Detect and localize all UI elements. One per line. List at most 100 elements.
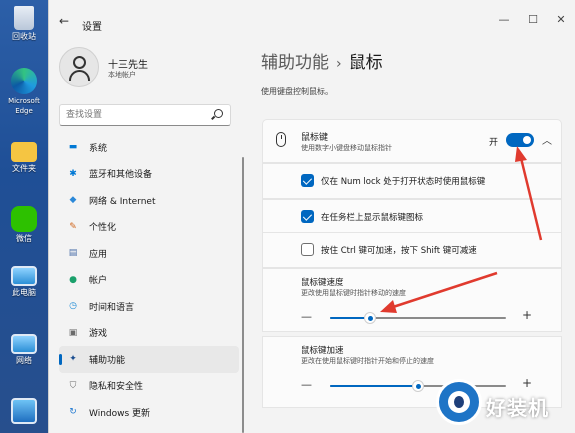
wechat-icon: [11, 206, 37, 232]
sidebar-item-label: Windows 更新: [89, 408, 151, 419]
shield-icon: ⛉: [69, 380, 77, 391]
sidebar-item-10[interactable]: ↻ Windows 更新: [59, 399, 239, 426]
search-box[interactable]: [59, 104, 231, 126]
mouse-keys-subtitle: 使用数字小键盘移动鼠标指针: [301, 144, 392, 152]
maximize-button[interactable]: ☐: [524, 13, 542, 26]
sidebar-item-6[interactable]: ◷ 时间和语言: [59, 293, 239, 320]
sidebar-item-9[interactable]: ⛉ 隐私和安全性: [59, 373, 239, 400]
desktop-icon-label: 文件夹: [12, 164, 36, 173]
acceleration-slider-fill: [330, 385, 418, 387]
checkbox-ctrl-shift[interactable]: [301, 243, 314, 256]
watermark-logo: 好装机: [436, 375, 575, 433]
desktop-icon-label: Microsoft Edge: [8, 97, 40, 115]
back-arrow-icon[interactable]: ←: [59, 14, 69, 28]
sidebar-item-4[interactable]: ▤ 应用: [59, 240, 239, 267]
title-bar: ← 设置 — ☐ ✕: [49, 0, 575, 38]
settings-window: ← 设置 — ☐ ✕ 十三先生 本地帐户 ▬ 系统 ✱ 蓝牙和其他设备 ◆ 网络 & In…: [48, 0, 575, 433]
checkbox-taskbar-icon[interactable]: [301, 210, 314, 223]
option-label: 仅在 Num lock 处于打开状态时使用鼠标键: [321, 177, 486, 187]
wifi-icon: ◆: [69, 195, 77, 206]
sidebar-item-label: 个性化: [89, 223, 117, 234]
sidebar-item-label: 系统: [89, 143, 108, 154]
mouse-keys-toggle[interactable]: [506, 133, 534, 147]
sidebar-item-label: 蓝牙和其他设备: [89, 170, 153, 181]
speed-slider[interactable]: [330, 312, 506, 324]
close-button[interactable]: ✕: [552, 13, 570, 26]
user-name: 十三先生: [108, 60, 148, 71]
acceleration-title: 鼠标键加速: [301, 346, 344, 356]
desktop-icon-label: 微信: [16, 234, 32, 243]
breadcrumb-parent[interactable]: 辅助功能: [261, 53, 329, 73]
account-icon: ●: [69, 274, 77, 285]
option-numlock[interactable]: 仅在 Num lock 处于打开状态时使用鼠标键: [262, 163, 562, 199]
desktop-icon-control-panel[interactable]: [0, 398, 48, 426]
search-icon[interactable]: [214, 109, 223, 118]
folder-icon: [11, 142, 37, 162]
speed-slider-thumb[interactable]: [364, 312, 377, 324]
nav-list: ▬ 系统 ✱ 蓝牙和其他设备 ◆ 网络 & Internet ✎ 个性化 ▤ 应用 ● 帐户 ◷ 时间和语…: [59, 134, 239, 426]
sidebar-item-0[interactable]: ▬ 系统: [59, 134, 239, 161]
speed-subtitle: 更改使用鼠标键时指针移动的速度: [301, 289, 406, 297]
sidebar-item-5[interactable]: ● 帐户: [59, 267, 239, 294]
sidebar-item-label: 隐私和安全性: [89, 382, 144, 393]
desktop-icon-label: 此电脑: [12, 288, 36, 297]
network-icon: [11, 334, 37, 354]
slower-icon: —: [301, 310, 312, 323]
desktop-icon-network[interactable]: 网络: [0, 334, 48, 365]
option-label: 按住 Ctrl 键可加速，按下 Shift 键可减速: [321, 246, 477, 256]
desktop-icon-label: 网络: [16, 356, 32, 365]
sidebar-item-label: 网络 & Internet: [89, 196, 156, 207]
page-description: 使用键盘控制鼠标。: [261, 87, 333, 96]
accessibility-icon: ✦: [69, 354, 77, 365]
desktop-icon-label: 回收站: [12, 32, 36, 41]
desktop-icon-folder[interactable]: 文件夹: [0, 138, 48, 173]
sidebar-scrollbar[interactable]: [242, 157, 244, 433]
avatar: [59, 47, 99, 87]
speed-title: 鼠标键速度: [301, 278, 344, 288]
acceleration-subtitle: 更改在使用鼠标键时指针开始和停止的速度: [301, 357, 434, 365]
page-title: 鼠标: [348, 53, 383, 73]
option-ctrl-shift[interactable]: 按住 Ctrl 键可加速，按下 Shift 键可减速: [262, 232, 562, 268]
checkbox-numlock[interactable]: [301, 174, 314, 187]
edge-icon: [11, 68, 37, 94]
control-panel-icon: [11, 398, 37, 424]
minimize-button[interactable]: —: [495, 13, 513, 26]
toggle-state-label: 开: [489, 138, 499, 148]
sidebar-item-label: 游戏: [89, 329, 108, 340]
account-type: 本地帐户: [108, 71, 136, 79]
sidebar-item-label: 帐户: [89, 276, 108, 287]
update-icon: ↻: [69, 407, 77, 418]
desktop-icon-wechat[interactable]: 微信: [0, 206, 48, 243]
sidebar-item-8[interactable]: ✦ 辅助功能: [59, 346, 239, 373]
game-icon: ▣: [68, 327, 78, 338]
desktop-icon-edge[interactable]: Microsoft Edge: [0, 68, 48, 116]
desktop-icon-computer[interactable]: 此电脑: [0, 266, 48, 297]
faster-icon: +: [522, 308, 533, 322]
sidebar-item-label: 辅助功能: [89, 355, 126, 366]
option-taskbar-icon[interactable]: 在任务栏上显示鼠标键图标: [262, 199, 562, 235]
watermark-eye-icon: [436, 379, 482, 425]
sidebar-item-3[interactable]: ✎ 个性化: [59, 214, 239, 241]
system-icon: ▬: [68, 142, 78, 153]
apps-icon: ▤: [68, 248, 78, 259]
slower-icon: —: [301, 378, 312, 391]
desktop: 回收站 Microsoft Edge 文件夹 微信 此电脑 网络: [0, 0, 48, 433]
breadcrumb: 辅助功能 › 鼠标: [261, 48, 383, 73]
sidebar-item-2[interactable]: ◆ 网络 & Internet: [59, 187, 239, 214]
sidebar-item-label: 应用: [89, 249, 108, 260]
desktop-icon-recycle-bin[interactable]: 回收站: [0, 6, 48, 41]
watermark-text: 好装机: [486, 396, 549, 420]
brush-icon: ✎: [69, 221, 77, 232]
breadcrumb-separator: ›: [336, 56, 342, 72]
computer-icon: [11, 266, 37, 286]
search-input[interactable]: [60, 105, 210, 125]
mouse-keys-card[interactable]: 鼠标键 使用数字小键盘移动鼠标指针 开 ︿: [262, 119, 562, 163]
sidebar-item-1[interactable]: ✱ 蓝牙和其他设备: [59, 161, 239, 188]
acceleration-slider-thumb[interactable]: [412, 380, 424, 392]
sidebar-item-7[interactable]: ▣ 游戏: [59, 320, 239, 347]
mouse-icon: [276, 132, 286, 147]
recycle-bin-icon: [14, 6, 34, 30]
chevron-up-icon[interactable]: ︿: [542, 132, 552, 147]
window-title: 设置: [82, 22, 102, 33]
sidebar-item-label: 时间和语言: [89, 302, 135, 313]
